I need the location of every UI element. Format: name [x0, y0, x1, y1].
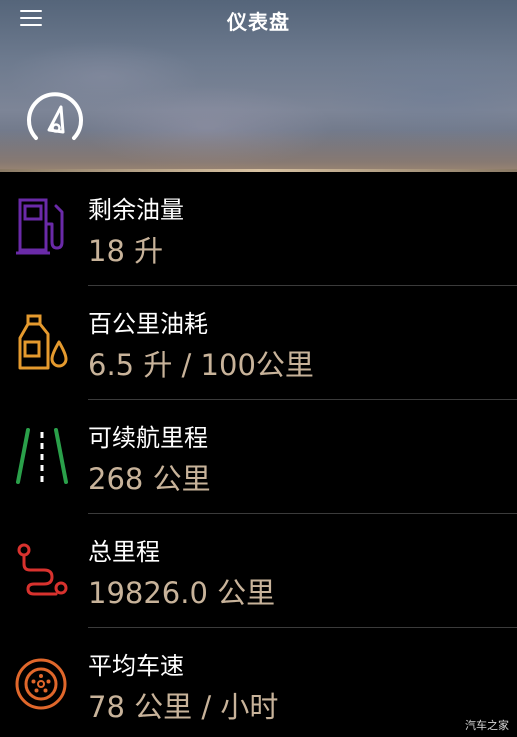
list-item-total-mileage[interactable]: 总里程 19826.0 公里 — [0, 514, 517, 628]
list-item-fuel-remaining[interactable]: 剩余油量 18 升 — [0, 172, 517, 286]
item-label: 平均车速 — [88, 652, 184, 680]
item-value: 18 升 — [88, 234, 164, 268]
dashboard-screen: 仪表盘 剩余油量 18 升 百公里油耗 6.5 升 / 100公里 可续航里程 … — [0, 0, 517, 737]
speedometer-icon — [27, 92, 83, 140]
item-value: 19826.0 公里 — [88, 576, 276, 610]
item-value: 6.5 升 / 100公里 — [88, 348, 314, 382]
page-title: 仪表盘 — [227, 10, 290, 34]
road-lanes-icon — [16, 428, 68, 484]
list-item-average-speed[interactable]: 平均车速 78 公里 / 小时 — [0, 628, 517, 737]
list-item-range[interactable]: 可续航里程 268 公里 — [0, 400, 517, 514]
item-label: 总里程 — [88, 538, 160, 566]
item-value: 268 公里 — [88, 462, 211, 496]
list-item-fuel-consumption[interactable]: 百公里油耗 6.5 升 / 100公里 — [0, 286, 517, 400]
fuel-pump-icon — [16, 198, 64, 255]
stats-list: 剩余油量 18 升 百公里油耗 6.5 升 / 100公里 可续航里程 268 … — [0, 172, 517, 737]
item-label: 剩余油量 — [88, 196, 184, 224]
header: 仪表盘 — [0, 0, 517, 170]
watermark: 汽车之家 — [465, 719, 509, 732]
route-path-icon — [17, 543, 68, 596]
item-label: 可续航里程 — [88, 424, 208, 452]
item-value: 78 公里 / 小时 — [88, 690, 279, 724]
item-label: 百公里油耗 — [88, 310, 208, 338]
oil-canister-icon — [18, 314, 68, 370]
wheel-icon — [15, 658, 67, 710]
